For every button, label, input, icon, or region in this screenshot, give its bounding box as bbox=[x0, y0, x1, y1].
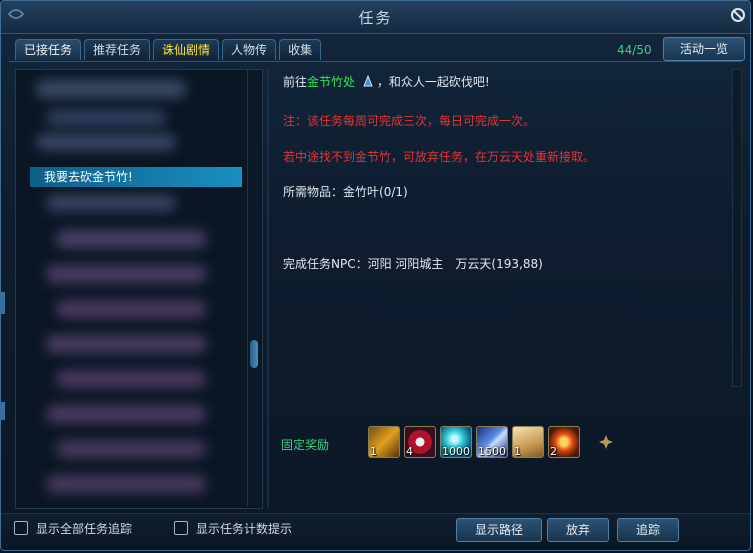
blue-crystal-icon[interactable]: 1500 bbox=[476, 426, 508, 458]
tab-biography[interactable]: 人物传 bbox=[222, 39, 277, 60]
item-quantity: 1 bbox=[370, 445, 377, 458]
show-path-button[interactable]: 显示路径 bbox=[456, 518, 542, 542]
tab-divider bbox=[9, 61, 742, 62]
objective-location-link[interactable]: 金节竹处 bbox=[307, 75, 355, 89]
flame-emblem-icon[interactable]: 2 bbox=[548, 426, 580, 458]
blurred-quest-entry[interactable] bbox=[46, 195, 176, 211]
blurred-quest-entry[interactable] bbox=[46, 335, 206, 353]
quest-warning: 若中途找不到金节竹，可放弃任务，在万云天处重新接取。 bbox=[283, 150, 596, 164]
reward-items: 1 4 1000 1500 1 2 bbox=[368, 426, 580, 458]
quest-list: 我要去砍金节竹! bbox=[15, 69, 263, 509]
npc-label: 完成任务NPC： bbox=[283, 257, 368, 271]
tab-recommended[interactable]: 推荐任务 bbox=[84, 39, 151, 60]
blurred-quest-entry[interactable] bbox=[36, 80, 186, 98]
track-all-label[interactable]: 显示全部任务追踪 bbox=[36, 520, 132, 537]
treasure-book-icon[interactable]: 1 bbox=[368, 426, 400, 458]
track-button[interactable]: 追踪 bbox=[617, 518, 679, 542]
red-orb-icon[interactable]: 4 bbox=[404, 426, 436, 458]
blurred-quest-entry[interactable] bbox=[56, 300, 206, 318]
quest-count: 44/50 bbox=[617, 43, 652, 57]
blurred-quest-entry[interactable] bbox=[56, 370, 206, 388]
selected-quest-label[interactable]: 我要去砍金节竹! bbox=[44, 168, 133, 185]
required-label: 所需物品： bbox=[283, 185, 344, 199]
objective-prefix: 前往 bbox=[283, 75, 308, 89]
tab-bar: 已接任务 推荐任务 诛仙剧情 人物传 收集 bbox=[15, 39, 322, 61]
required-item: 金竹叶(0/1) bbox=[343, 185, 408, 199]
abandon-button[interactable]: 放弃 bbox=[547, 518, 609, 542]
left-edge-tab bbox=[0, 292, 5, 314]
blurred-quest-entry[interactable] bbox=[46, 265, 206, 283]
show-count-checkbox[interactable] bbox=[174, 521, 188, 535]
item-quantity: 1500 bbox=[478, 445, 506, 458]
close-icon[interactable] bbox=[731, 8, 745, 22]
blurred-quest-entry[interactable] bbox=[46, 110, 166, 126]
item-quantity: 4 bbox=[406, 445, 413, 458]
tab-accepted[interactable]: 已接任务 bbox=[15, 39, 82, 60]
show-count-label[interactable]: 显示任务计数提示 bbox=[196, 520, 292, 537]
blurred-quest-entry[interactable] bbox=[56, 230, 206, 248]
left-edge-tab bbox=[0, 402, 5, 420]
item-quantity: 2 bbox=[550, 445, 557, 458]
blurred-quest-entry[interactable] bbox=[46, 405, 206, 423]
window-title: 任务 bbox=[358, 9, 393, 27]
title-bar[interactable]: 任务 bbox=[1, 1, 750, 34]
blurred-quest-entry[interactable] bbox=[36, 134, 176, 150]
tab-story[interactable]: 诛仙剧情 bbox=[153, 39, 220, 60]
quest-window: 任务 已接任务 推荐任务 诛仙剧情 人物传 收集 44/50 活动一览 我要去砍… bbox=[0, 0, 751, 551]
tab-collection[interactable]: 收集 bbox=[279, 39, 322, 60]
teleport-icon[interactable] bbox=[361, 74, 375, 88]
details-scrollbar[interactable] bbox=[732, 69, 742, 387]
activity-list-button[interactable]: 活动一览 bbox=[663, 37, 745, 61]
fixed-reward-label: 固定奖励 bbox=[281, 438, 330, 452]
quest-list-scrollbar[interactable] bbox=[247, 70, 260, 506]
item-quantity: 1 bbox=[514, 445, 521, 458]
blurred-quest-entry[interactable] bbox=[46, 475, 206, 493]
npc-location: 河阳 河阳城主 bbox=[367, 257, 444, 271]
item-quantity: 1000 bbox=[442, 445, 470, 458]
cyan-pearl-icon[interactable]: 1000 bbox=[440, 426, 472, 458]
required-items: 所需物品：金竹叶(0/1) bbox=[283, 183, 408, 200]
quest-note: 注：该任务每周可完成三次，每日可完成一次。 bbox=[283, 114, 536, 128]
objective-suffix: ，和众人一起砍伐吧! bbox=[376, 75, 490, 89]
scroll-icon[interactable]: 1 bbox=[512, 426, 544, 458]
blurred-quest-entry[interactable] bbox=[56, 440, 206, 458]
sparkle-icon bbox=[599, 435, 613, 449]
completion-npc: 完成任务NPC：河阳 河阳城主 万云天(193,88) bbox=[283, 255, 543, 272]
quest-objective: 前往金节竹处 ，和众人一起砍伐吧! bbox=[283, 73, 490, 90]
scrollbar-thumb[interactable] bbox=[250, 340, 258, 368]
npc-name[interactable]: 万云天(193,88) bbox=[455, 257, 542, 271]
panel-divider bbox=[267, 69, 269, 507]
track-all-checkbox[interactable] bbox=[14, 521, 28, 535]
